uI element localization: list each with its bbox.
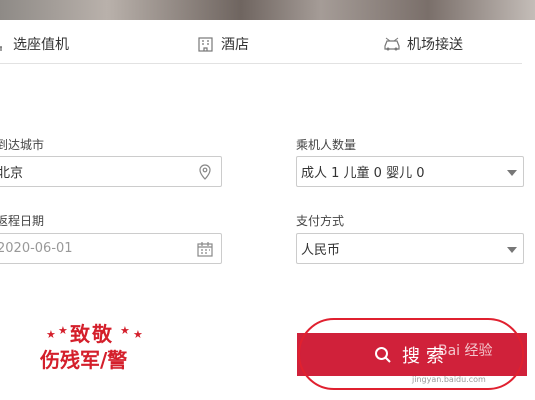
- passengers-label: 乘机人数量: [296, 138, 357, 152]
- passengers-select[interactable]: 成人 1 儿童 0 婴儿 0: [296, 156, 524, 187]
- location-pin-icon: [199, 164, 211, 180]
- tab-label: 机场接送: [407, 37, 463, 53]
- tab-hotel[interactable]: 酒店: [197, 34, 249, 54]
- watermark-url: jingyan.baidu.com: [412, 375, 486, 384]
- payment-value: 人民币: [301, 243, 341, 258]
- star-icon: ★: [133, 328, 143, 341]
- baidu-watermark: Bai 经验: [438, 343, 493, 359]
- star-icon: ★: [46, 328, 56, 341]
- return-date-value: 2020-06-01: [0, 241, 73, 256]
- star-icon: ★: [120, 324, 130, 337]
- tribute-line-2: 伤残军/警: [40, 348, 128, 372]
- passengers-value: 成人 1 儿童 0 婴儿 0: [301, 166, 425, 181]
- chevron-down-icon: [507, 247, 517, 253]
- search-icon: [375, 346, 391, 363]
- return-date-input[interactable]: 2020-06-01: [0, 233, 222, 264]
- payment-label: 支付方式: [296, 214, 345, 228]
- hotel-icon: [198, 37, 213, 52]
- star-icon: ★: [58, 324, 68, 337]
- tab-airport-transfer[interactable]: 机场接送: [383, 34, 463, 54]
- tab-label: 选座值机: [13, 37, 69, 53]
- arrival-city-input[interactable]: 北京: [0, 156, 222, 187]
- arrival-city-value: 北京: [0, 166, 24, 181]
- tab-label: 酒店: [221, 37, 249, 53]
- seat-icon: [0, 46, 2, 51]
- return-date-label: 返程日期: [0, 214, 45, 228]
- service-tabs: 选座值机 酒店 机场接送: [0, 30, 522, 64]
- tribute-line-1: 致敬: [70, 322, 114, 346]
- header-banner-image: [0, 0, 535, 20]
- chevron-down-icon: [507, 170, 517, 176]
- tribute-logo: ★ ★ 致敬 ★ ★ 伤残军/警: [40, 318, 160, 378]
- car-icon: [384, 37, 400, 51]
- tab-seat-checkin[interactable]: 选座值机: [0, 34, 69, 54]
- calendar-icon: [197, 242, 213, 257]
- arrival-city-label: 到达城市: [0, 138, 45, 152]
- payment-select[interactable]: 人民币: [296, 233, 524, 264]
